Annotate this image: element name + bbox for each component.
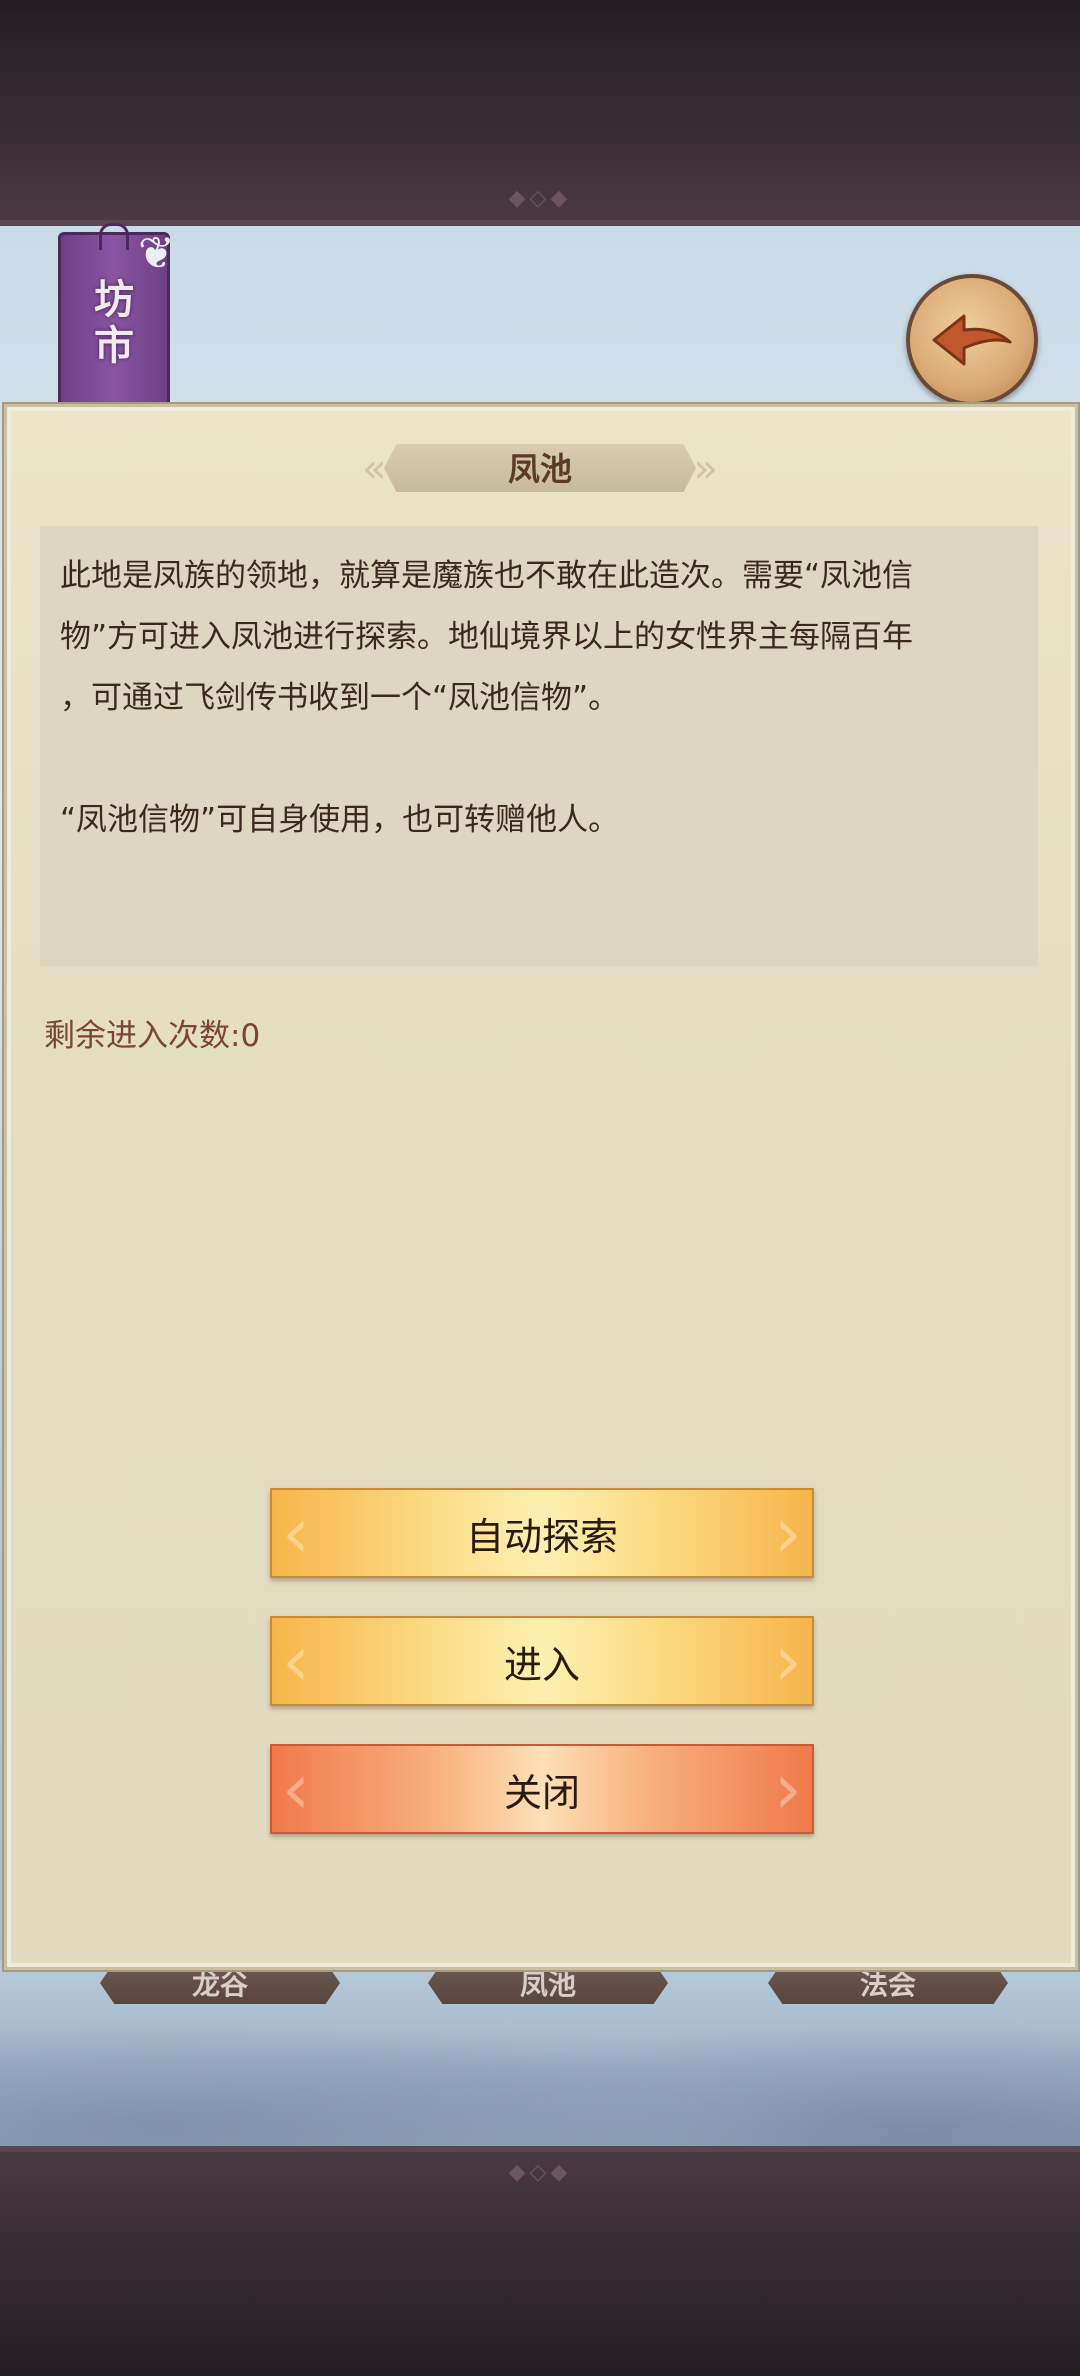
enter-label: 进入 [503, 1642, 580, 1687]
enter-button[interactable]: ‹ 进入 › [270, 1616, 814, 1706]
description-text: 此地是凤族的领地，就算是魔族也不敢在此造次。需要“凤池信 物”方可进入凤池进行探… [60, 558, 914, 838]
close-button[interactable]: ‹ 关闭 › [270, 1744, 814, 1834]
butterfly-icon: ❦ [138, 228, 175, 279]
description-box: 此地是凤族的领地，就算是魔族也不敢在此造次。需要“凤池信 物”方可进入凤池进行探… [40, 526, 1038, 966]
auto-explore-button[interactable]: ‹ 自动探索 › [270, 1488, 814, 1578]
back-arrow-icon [932, 314, 1012, 366]
button-deco-right: › [774, 1492, 802, 1574]
button-deco-left: ‹ [282, 1492, 310, 1574]
remaining-count: 0 [240, 1018, 261, 1054]
close-label: 关闭 [503, 1770, 580, 1815]
banner-hook [99, 223, 129, 250]
panel-title-banner: « » 凤池 [362, 442, 718, 496]
remaining-entries: 剩余进入次数:0 [44, 1010, 260, 1055]
auto-explore-label: 自动探索 [465, 1514, 618, 1559]
back-button[interactable] [906, 274, 1038, 406]
shop-banner-char-2: 市 [94, 323, 134, 369]
top-ornament: ◆◇◆ [508, 186, 572, 211]
button-deco-left: ‹ [282, 1620, 310, 1702]
button-deco-right: › [774, 1748, 802, 1830]
button-deco-right: › [774, 1620, 802, 1702]
shop-banner-char-1: 坊 [94, 277, 134, 323]
page-title: 凤池 [507, 450, 572, 488]
button-deco-left: ‹ [282, 1748, 310, 1830]
top-frame: ◆◇◆ [0, 0, 1080, 226]
bottom-frame: ◆◇◆ [0, 2146, 1080, 2376]
bottom-ornament: ◆◇◆ [508, 2160, 572, 2185]
remaining-label: 剩余进入次数: [44, 1018, 241, 1054]
